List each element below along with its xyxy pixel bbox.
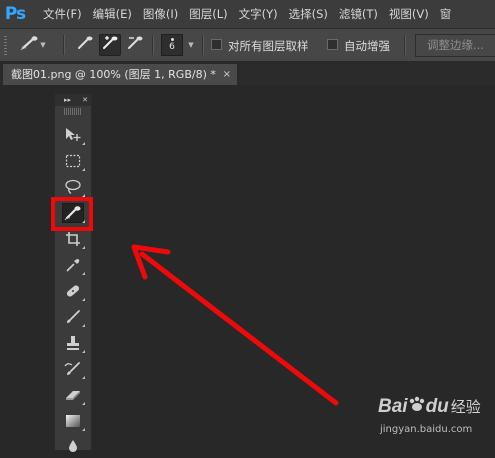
baidu-jingyan-watermark: Bai du 经验 jingyan.baidu.com <box>378 396 493 446</box>
watermark-url: jingyan.baidu.com <box>380 424 473 435</box>
annotation-arrow <box>131 244 339 406</box>
watermark-brand-suffix: du <box>425 396 449 417</box>
paw-icon <box>409 396 424 411</box>
watermark-brand: Bai <box>378 396 408 417</box>
watermark-logo: Bai du 经验 <box>378 396 481 418</box>
watermark-product: 经验 <box>450 398 481 416</box>
